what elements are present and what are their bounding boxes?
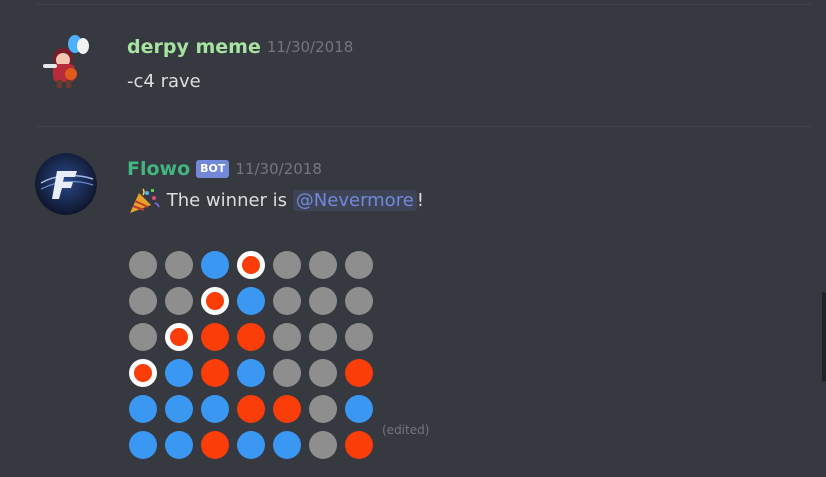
board-cell-red (201, 431, 229, 459)
user-mention[interactable]: @Nevermore (292, 190, 417, 211)
board-cell-empty (129, 287, 157, 315)
board-cell-empty (309, 431, 337, 459)
board-cell-empty (345, 251, 373, 279)
board-cell-empty (309, 251, 337, 279)
message-content: The winner is @Nevermore! (127, 187, 424, 215)
avatar[interactable] (35, 153, 97, 215)
board-cell-empty (165, 251, 193, 279)
board-cell-red (345, 359, 373, 387)
board-cell-blue (165, 359, 193, 387)
board-cell-red (201, 359, 229, 387)
board-cell-blue (237, 359, 265, 387)
board-cell-empty (129, 251, 157, 279)
board-cell-empty (273, 359, 301, 387)
board-cell-blue (129, 395, 157, 423)
message-header: Flowo BOT 11/30/2018 (127, 158, 322, 180)
board-cell-blue (201, 395, 229, 423)
board-cell-red-winning (129, 359, 157, 387)
board-cell-empty (309, 287, 337, 315)
message-divider (36, 4, 812, 5)
board-cell-empty (309, 323, 337, 351)
bot-tag: BOT (196, 160, 230, 178)
board-cell-red (201, 323, 229, 351)
avatar[interactable] (35, 30, 97, 92)
board-cell-empty (273, 287, 301, 315)
username[interactable]: Flowo (127, 158, 190, 180)
board-cell-red (237, 323, 265, 351)
message-text-end: ! (416, 190, 424, 211)
board-cell-empty (165, 287, 193, 315)
board-cell-blue (237, 431, 265, 459)
board-cell-blue (273, 431, 301, 459)
board-cell-empty (129, 323, 157, 351)
board-cell-blue (165, 431, 193, 459)
board-cell-red-winning (237, 251, 265, 279)
timestamp: 11/30/2018 (266, 38, 354, 56)
edited-indicator: (edited) (382, 423, 430, 437)
message-text: The winner is (166, 190, 288, 211)
board-cell-empty (309, 395, 337, 423)
party-popper-icon (127, 187, 161, 215)
board-cell-blue (201, 251, 229, 279)
board-cell-empty (345, 323, 373, 351)
username[interactable]: derpy meme (127, 36, 261, 58)
message-divider (36, 126, 812, 127)
chat-view: derpy meme 11/30/2018 -c4 rave Flowo BOT 11 (0, 0, 826, 477)
board-cell-red-winning (165, 323, 193, 351)
board-cell-red-winning (201, 287, 229, 315)
board-cell-red (345, 431, 373, 459)
message-content: -c4 rave (127, 71, 201, 92)
board-cell-empty (345, 287, 373, 315)
board-cell-blue (129, 431, 157, 459)
timestamp: 11/30/2018 (235, 160, 322, 178)
board-cell-blue (345, 395, 373, 423)
board-cell-empty (309, 359, 337, 387)
board-cell-blue (165, 395, 193, 423)
scrollbar[interactable] (822, 292, 826, 382)
message-header: derpy meme 11/30/2018 (127, 36, 353, 58)
board-cell-blue (237, 287, 265, 315)
board-cell-empty (273, 251, 301, 279)
board-cell-empty (273, 323, 301, 351)
board-cell-red (237, 395, 265, 423)
board-cell-red (273, 395, 301, 423)
